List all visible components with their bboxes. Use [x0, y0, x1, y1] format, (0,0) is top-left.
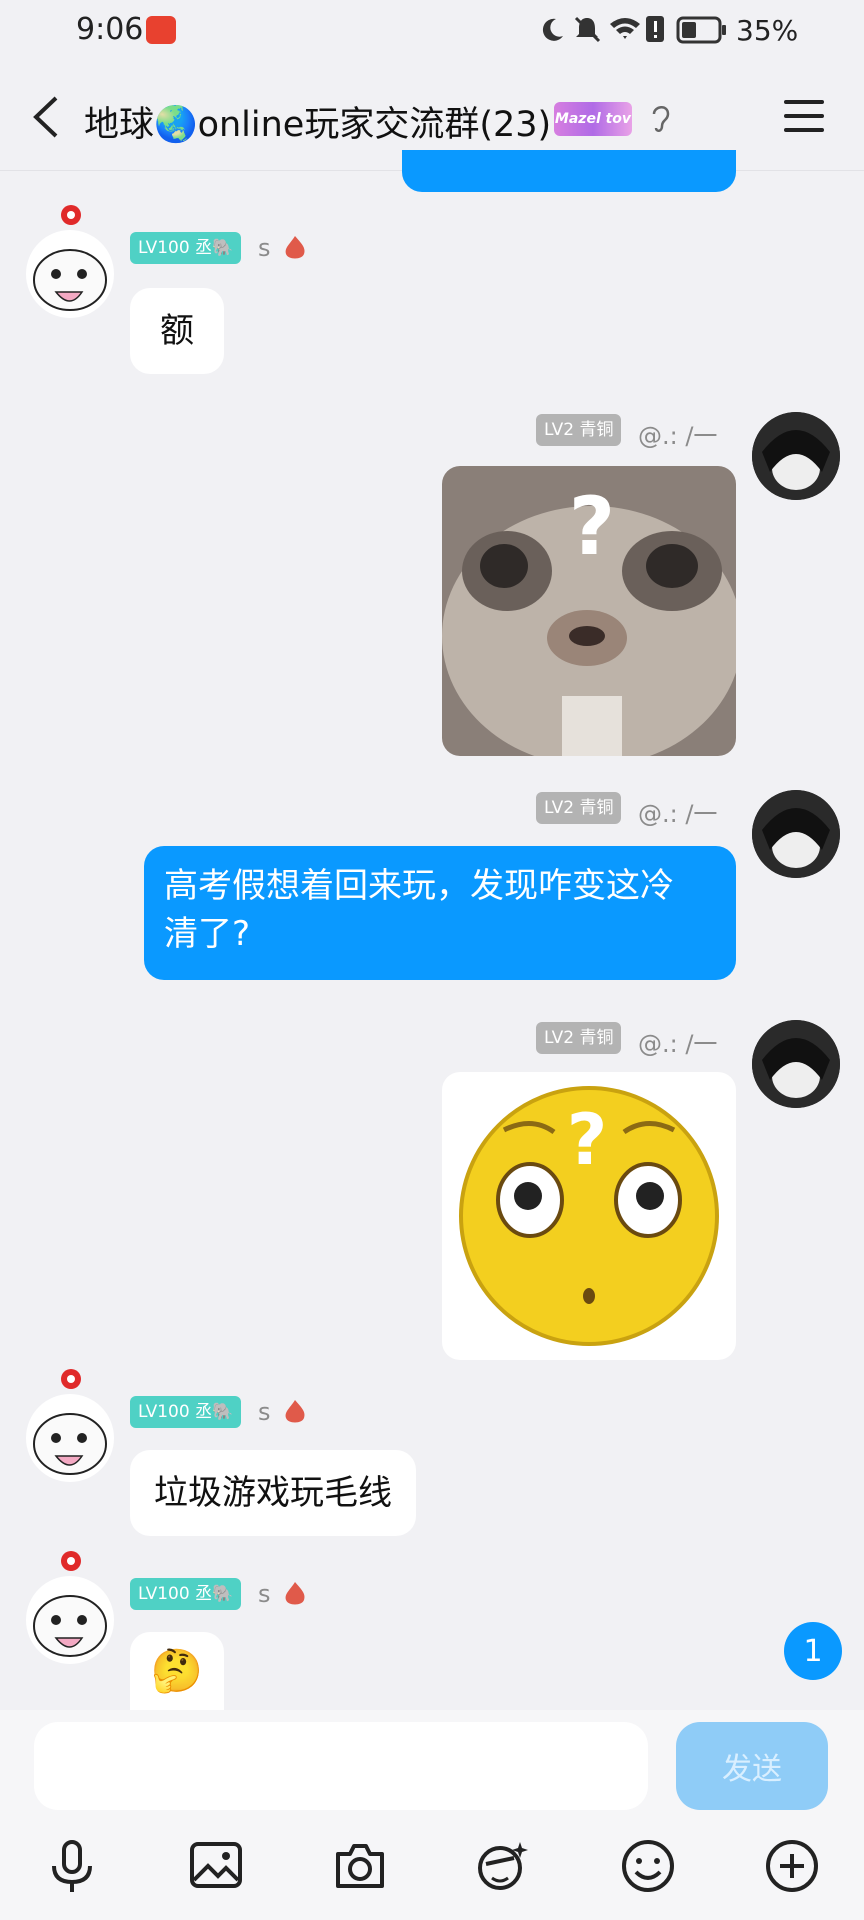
- cat-image[interactable]: ?: [442, 466, 736, 756]
- confused-face-sticker: ?: [459, 1086, 719, 1346]
- message-text-line2: 清了?: [164, 914, 251, 954]
- fire-icon: [285, 236, 305, 259]
- group-title: 地球🌏online玩家交流群(23): [84, 105, 552, 145]
- sticker-face-icon[interactable]: [472, 1836, 532, 1896]
- send-button[interactable]: 发送: [676, 1722, 828, 1810]
- sender-name: @.: /一: [638, 422, 718, 450]
- status-bar: 9:06 35%: [0, 0, 864, 62]
- level-badge: LV100 丞🐘: [130, 1578, 242, 1610]
- app-notification-icon: [146, 16, 176, 44]
- image-icon[interactable]: [186, 1836, 246, 1896]
- svg-text:?: ?: [569, 480, 615, 573]
- back-arrow-icon[interactable]: [28, 92, 64, 142]
- fire-icon: [285, 1582, 305, 1605]
- flower-icon: [61, 1551, 81, 1571]
- flower-icon: [61, 1369, 81, 1389]
- level-badge: LV100 丞🐘: [130, 1396, 242, 1428]
- avatar-anime-girl[interactable]: [26, 1394, 114, 1482]
- message-input[interactable]: [34, 1722, 648, 1810]
- avatar-dark-hair[interactable]: [752, 412, 840, 500]
- message-text: 额: [160, 311, 194, 351]
- avatar-anime-girl[interactable]: [26, 230, 114, 318]
- message-text: 🤔: [150, 1646, 204, 1695]
- message-text: 垃圾游戏玩毛线: [154, 1473, 392, 1513]
- level-badge: LV2 青铜: [536, 1022, 622, 1054]
- camera-icon[interactable]: [330, 1836, 390, 1896]
- sim-alert-icon: [646, 16, 664, 42]
- sender-name: s: [258, 1580, 271, 1608]
- avatar-anime-girl[interactable]: [26, 1576, 114, 1664]
- plus-icon[interactable]: [762, 1836, 822, 1896]
- svg-text:?: ?: [567, 1099, 608, 1181]
- mute-bell-icon: [574, 16, 601, 43]
- level-badge: LV2 青铜: [536, 414, 622, 446]
- avatar-dark-hair[interactable]: [752, 790, 840, 878]
- wifi-icon: [610, 18, 640, 39]
- unread-count-badge[interactable]: 1: [784, 1622, 842, 1680]
- ear-icon[interactable]: [648, 100, 674, 136]
- level-badge: LV2 青铜: [536, 792, 622, 824]
- microphone-icon[interactable]: [42, 1836, 102, 1896]
- menu-icon[interactable]: [782, 96, 826, 136]
- battery-percent: 35%: [736, 14, 799, 47]
- message-bubble[interactable]: 垃圾游戏玩毛线: [130, 1450, 416, 1536]
- message-bubble[interactable]: 额: [130, 288, 224, 374]
- moon-icon: [542, 18, 563, 41]
- fire-icon: [285, 1400, 305, 1423]
- level-badge: LV100 丞🐘: [130, 232, 242, 264]
- flower-icon: [61, 205, 81, 225]
- message-bubble[interactable]: 高考假想着回来玩，发现咋变这冷 清了?: [144, 846, 736, 980]
- message-bubble-partial[interactable]: [402, 150, 736, 192]
- battery-icon: [676, 16, 726, 44]
- message-bubble[interactable]: 🤔: [130, 1632, 224, 1710]
- mazel-tov-badge: Mazel tov: [554, 102, 632, 136]
- confused-cat-sticker: ?: [442, 466, 736, 756]
- emoji-image[interactable]: ?: [442, 1072, 736, 1360]
- emoji-icon[interactable]: [618, 1836, 678, 1896]
- avatar-dark-hair[interactable]: [752, 1020, 840, 1108]
- sender-name: s: [258, 234, 271, 262]
- sender-name: @.: /一: [638, 800, 718, 828]
- message-text-line1: 高考假想着回来玩，发现咋变这冷: [164, 866, 674, 906]
- status-time: 9:06: [76, 12, 144, 47]
- sender-name: s: [258, 1398, 271, 1426]
- sender-name: @.: /一: [638, 1030, 718, 1058]
